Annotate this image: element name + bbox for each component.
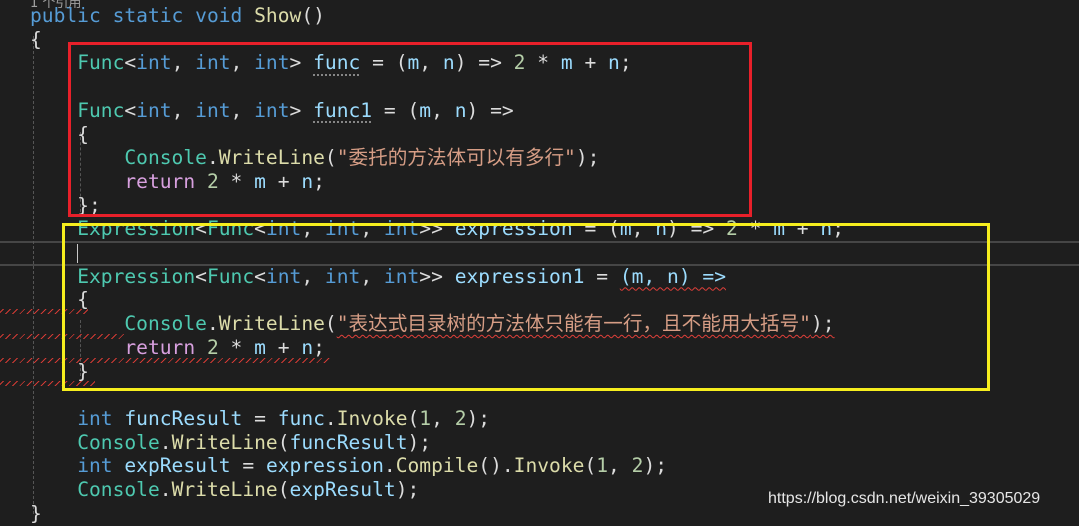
code-token: 1 (596, 454, 609, 478)
reference-count-codelens[interactable]: 1 个引用 (30, 0, 81, 11)
code-token: , (431, 406, 455, 430)
code-token: . (383, 454, 396, 478)
code-token: { (30, 27, 42, 51)
code-token: ( (277, 430, 290, 454)
code-token: funcResult (289, 430, 408, 454)
code-token: ( (584, 454, 597, 478)
code-token: void (195, 4, 243, 27)
code-token: . (324, 406, 337, 430)
code-token: ); (395, 478, 420, 501)
code-token: ( (407, 406, 420, 430)
code-token: funcResult (124, 406, 243, 430)
highlight-box-expression (62, 223, 990, 391)
code-token: 2 (631, 454, 644, 478)
code-token: ); (643, 454, 668, 478)
code-token: Console (77, 478, 160, 501)
code-line[interactable]: { (30, 28, 42, 52)
code-token: static (112, 4, 184, 27)
code-token: expResult (289, 478, 396, 501)
code-token: 2 (454, 406, 467, 430)
code-token: ); (407, 430, 432, 454)
code-line[interactable]: int expResult = expression.Compile().Inv… (30, 454, 667, 478)
code-token: WriteLine (171, 430, 278, 454)
code-token: } (30, 501, 42, 525)
code-token: . (159, 430, 172, 454)
code-token: ); (466, 406, 491, 430)
code-line[interactable]: } (30, 502, 42, 526)
code-token: WriteLine (171, 478, 278, 501)
code-token: , (608, 454, 632, 478)
code-token: = (230, 454, 266, 478)
code-token: . (159, 478, 172, 501)
code-token: Console (77, 430, 160, 454)
code-line[interactable]: Console.WriteLine(funcResult); (30, 431, 431, 455)
code-token: expResult (124, 454, 231, 478)
code-token: int (77, 406, 113, 430)
code-token: (). (478, 454, 514, 478)
code-token: () (301, 4, 325, 27)
code-editor[interactable]: public static void Show(){ Func<int, int… (0, 0, 1079, 526)
code-line[interactable]: Console.WriteLine(expResult); (30, 478, 419, 502)
code-line[interactable]: int funcResult = func.Invoke(1, 2); (30, 407, 490, 431)
code-token: Invoke (513, 454, 585, 478)
code-token: Invoke (336, 406, 408, 430)
watermark: https://blog.csdn.net/weixin_39305029 (768, 490, 1041, 507)
code-token: Show (254, 4, 302, 27)
code-token: ( (277, 478, 290, 501)
code-token: int (77, 454, 113, 478)
highlight-box-func (68, 42, 752, 217)
code-token: func (277, 406, 325, 430)
code-token: Compile (395, 454, 479, 478)
code-token: 1 (419, 406, 432, 430)
code-token: expression (265, 454, 384, 478)
code-token: = (242, 406, 278, 430)
